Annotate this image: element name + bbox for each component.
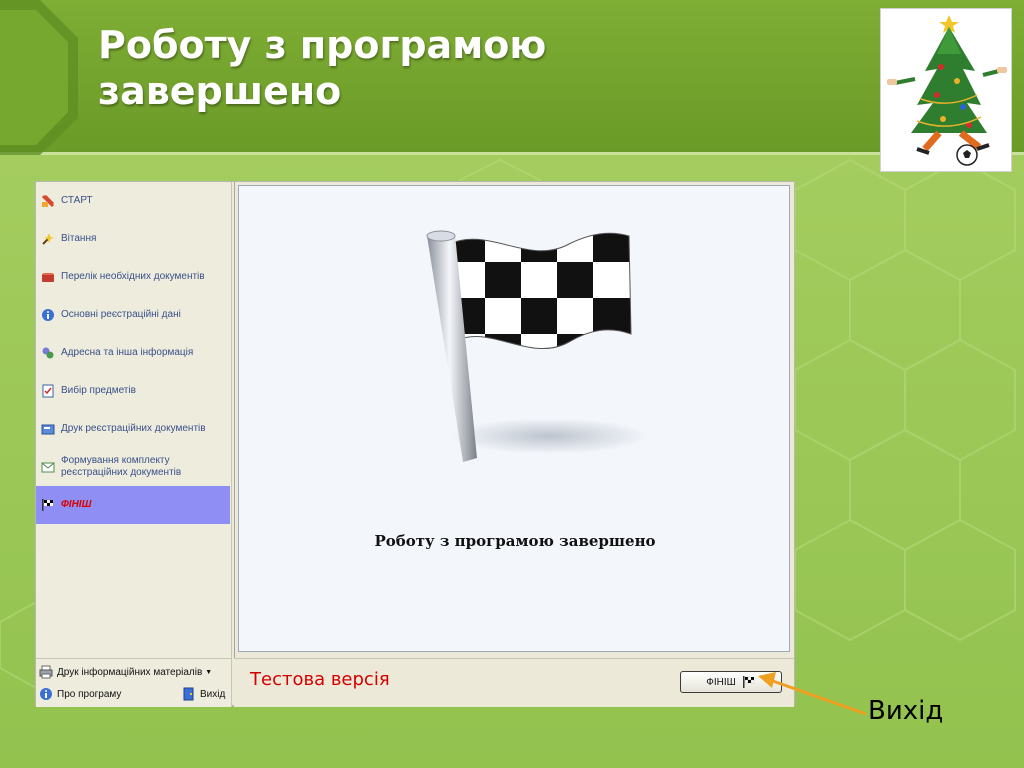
sidebar-item-label: Формування комплекту реєстраційних докум… [61,455,181,479]
app-window: СТАРТ Вітання Перелік необхідних докумен… [35,181,795,707]
bottom-left-panel: Друк інформаційних матеріалів ▼ Про прог… [36,658,232,707]
sidebar-item-label-line2: реєстраційних документів [61,467,182,478]
content-frame: Роботу з програмою завершено [234,182,794,658]
info-icon [39,687,53,701]
sidebar-item-document-set[interactable]: Формування комплекту реєстраційних докум… [36,448,230,486]
sidebar-item-start[interactable]: СТАРТ [36,182,230,220]
exit-door-icon [182,687,196,701]
sidebar-item-label: Адресна та інша інформація [61,347,194,358]
print-documents-icon [40,421,56,437]
start-icon [40,193,56,209]
sidebar-item-greeting[interactable]: Вітання [36,220,230,258]
bottom-status-bar: Тестова версія ФІНІШ [234,658,794,707]
sidebar-item-documents-list[interactable]: Перелік необхідних документів [36,258,230,296]
slide-title-line2: завершено [98,69,342,113]
slide-header: Роботу з програмою завершено [0,0,1024,155]
print-materials-label: Друк інформаційних матеріалів [57,666,203,678]
sidebar-item-label: Вітання [61,233,97,244]
printer-icon [39,665,53,679]
exit-callout-label: Вихід [868,696,944,726]
christmas-tree-icon [887,15,1007,166]
greeting-icon [40,231,56,247]
checkered-flag-illustration [419,226,659,476]
checkered-flag-icon [40,497,56,513]
finish-button-label: ФІНІШ [706,676,736,688]
finish-button[interactable]: ФІНІШ [680,671,782,693]
envelope-icon [40,459,56,475]
sidebar-item-label: Основні реєстраційні дані [61,309,181,320]
chevron-down-icon: ▼ [205,668,213,676]
sidebar: СТАРТ Вітання Перелік необхідних докумен… [36,182,232,658]
sidebar-item-address-info[interactable]: Адресна та інша інформація [36,334,230,372]
slide-title-line1: Роботу з програмою [98,23,547,67]
slide-title: Роботу з програмою завершено [98,22,818,114]
about-label: Про програму [57,688,122,700]
content-area: Роботу з програмою завершено [238,185,790,652]
address-icon [40,345,56,361]
about-button[interactable]: Про програму [39,687,121,701]
sidebar-item-label: Перелік необхідних документів [61,271,205,282]
sidebar-item-registration-data[interactable]: Основні реєстраційні дані [36,296,230,334]
checklist-icon [40,383,56,399]
sidebar-item-label: СТАРТ [61,195,93,206]
finish-message: Роботу з програмою завершено [374,532,656,550]
sidebar-item-label-line1: Формування комплекту [61,455,170,466]
documents-list-icon [40,269,56,285]
sidebar-item-subject-choice[interactable]: Вибір предметів [36,372,230,410]
header-hex-decoration [0,0,78,155]
sidebar-item-label: ФІНІШ [61,499,92,510]
checkered-flag-icon [742,675,756,689]
test-version-label: Тестова версія [250,669,390,690]
sidebar-item-label: Друк реєстраційних документів [61,423,206,434]
sidebar-item-finish[interactable]: ФІНІШ [36,486,230,524]
sidebar-item-label: Вибір предметів [61,385,136,396]
info-icon [40,307,56,323]
sidebar-item-print-documents[interactable]: Друк реєстраційних документів [36,410,230,448]
print-materials-menu[interactable]: Друк інформаційних матеріалів ▼ [39,665,212,679]
exit-button[interactable]: Вихід [182,687,225,701]
christmas-tree-logo [880,8,1012,172]
exit-label: Вихід [200,688,226,700]
